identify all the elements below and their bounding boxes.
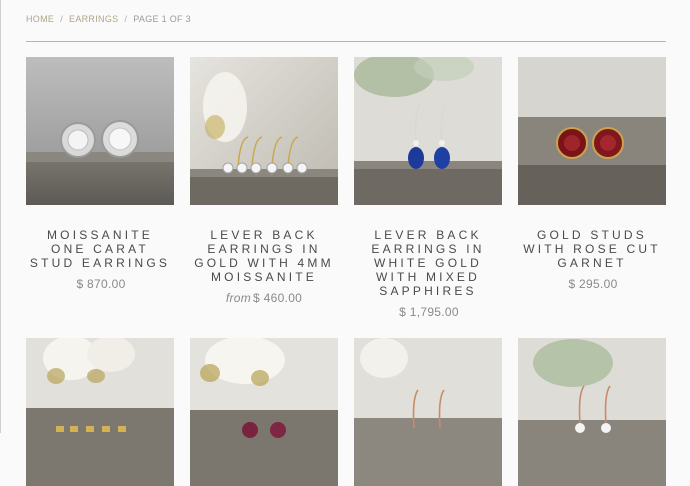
price-value: $ 870.00 xyxy=(76,277,126,291)
breadcrumb-separator: / xyxy=(60,14,64,24)
price-value: $ 460.00 xyxy=(253,291,303,305)
product-card[interactable] xyxy=(190,338,338,486)
product-image[interactable] xyxy=(518,338,666,486)
product-title[interactable]: GOLD STUDS WITH ROSE CUT GARNET xyxy=(518,228,666,270)
product-card[interactable] xyxy=(354,338,502,486)
product-price: $ 1,795.00 xyxy=(354,305,502,319)
product-image[interactable] xyxy=(26,57,174,205)
header-divider xyxy=(26,41,666,42)
product-image[interactable] xyxy=(354,338,502,486)
breadcrumb-page-indicator: PAGE 1 OF 3 xyxy=(133,14,191,24)
product-card[interactable]: MOISSANITE ONE CARAT STUD EARRINGS $ 870… xyxy=(26,57,174,291)
product-image[interactable] xyxy=(190,338,338,486)
product-price: $ 295.00 xyxy=(518,277,666,291)
product-image[interactable] xyxy=(26,338,174,486)
page-left-border xyxy=(0,0,1,433)
product-price: $ 870.00 xyxy=(26,277,174,291)
price-value: $ 295.00 xyxy=(568,277,618,291)
product-card[interactable]: LEVER BACK EARRINGS IN WHITE GOLD WITH M… xyxy=(354,57,502,319)
product-image[interactable] xyxy=(190,57,338,205)
product-image[interactable] xyxy=(518,57,666,205)
price-value: $ 1,795.00 xyxy=(399,305,459,319)
price-from-label: from xyxy=(225,291,252,305)
product-title[interactable]: LEVER BACK EARRINGS IN WHITE GOLD WITH M… xyxy=(354,228,502,298)
breadcrumb: HOME / EARRINGS / PAGE 1 OF 3 xyxy=(26,14,191,24)
product-title[interactable]: MOISSANITE ONE CARAT STUD EARRINGS xyxy=(26,228,174,270)
product-price: from $ 460.00 xyxy=(190,291,338,305)
product-card[interactable]: LEVER BACK EARRINGS IN GOLD WITH 4MM MOI… xyxy=(190,57,338,305)
product-card[interactable] xyxy=(518,338,666,486)
breadcrumb-earrings[interactable]: EARRINGS xyxy=(69,14,118,24)
product-card[interactable] xyxy=(26,338,174,486)
product-title[interactable]: LEVER BACK EARRINGS IN GOLD WITH 4MM MOI… xyxy=(190,228,338,284)
product-image[interactable] xyxy=(354,57,502,205)
product-card[interactable]: GOLD STUDS WITH ROSE CUT GARNET $ 295.00 xyxy=(518,57,666,291)
breadcrumb-home[interactable]: HOME xyxy=(26,14,54,24)
breadcrumb-separator: / xyxy=(124,14,128,24)
